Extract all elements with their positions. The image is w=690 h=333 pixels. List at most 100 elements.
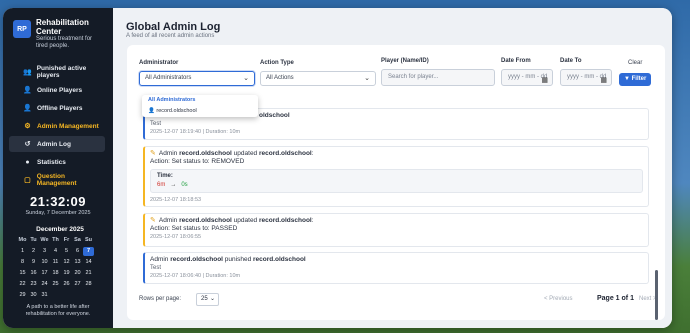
calendar-day[interactable]: 12 <box>61 258 72 267</box>
log-entry-action: Action: Set status to: REMOVED <box>150 158 245 165</box>
log-entry-meta: 2025-12-07 18:06:40 | Duration: 10m <box>150 273 241 279</box>
scrollbar-thumb[interactable] <box>655 270 658 320</box>
log-entry-meta: 2025-12-07 18:19:40 | Duration: 10m <box>150 129 241 135</box>
dropdown-option[interactable]: 👤 record.oldschool <box>142 106 258 117</box>
calendar-day[interactable]: 8 <box>17 258 28 267</box>
rows-per-page-value: 25 <box>201 296 208 302</box>
calendar-weekday: We <box>40 237 49 243</box>
calendar-day[interactable]: 11 <box>50 258 61 267</box>
calendar-day[interactable]: 24 <box>39 280 50 289</box>
calendar-day[interactable]: 27 <box>72 280 83 289</box>
log-entry: Admin record.oldschool punished record.o… <box>143 252 649 284</box>
sidebar-item-statistics[interactable]: ● Statistics <box>9 154 105 170</box>
calendar-day[interactable]: 17 <box>39 269 50 278</box>
calendar-day[interactable]: 2 <box>28 247 39 256</box>
calendar-day[interactable]: 29 <box>17 291 28 300</box>
calendar-day[interactable]: 1 <box>17 247 28 256</box>
log-entry-reason: Test <box>150 265 162 271</box>
pencil-icon: ✎ <box>150 217 156 224</box>
player-search-input[interactable]: Search for player... <box>381 69 495 86</box>
calendar-title: December 2025 <box>36 226 84 233</box>
calendar-day[interactable]: 4 <box>50 247 61 256</box>
calendar-day[interactable]: 19 <box>61 269 72 278</box>
date-from-label: Date From <box>501 58 531 64</box>
calendar-day[interactable]: 20 <box>72 269 83 278</box>
calendar-day[interactable]: 18 <box>50 269 61 278</box>
next-button[interactable]: Next > <box>639 296 657 302</box>
calendar-day[interactable]: 22 <box>17 280 28 289</box>
calendar-day[interactable]: 14 <box>83 258 94 267</box>
tagline: A path to a better life after rehabilita… <box>25 304 91 317</box>
log-entry-meta: 2025-12-07 18:18:53 <box>150 197 202 203</box>
calendar-day[interactable]: 3 <box>39 247 50 256</box>
sidebar-item-admin-log[interactable]: ↺ Admin Log <box>9 136 105 152</box>
calendar-weekday: Fr <box>63 237 70 243</box>
log-entry-action: Action: Set status to: PASSED <box>150 225 238 232</box>
calendar-day[interactable]: 30 <box>28 291 39 300</box>
calendar-day[interactable]: 25 <box>50 280 61 289</box>
calendar-weekday: Sa <box>74 237 81 243</box>
sidebar-item-admin-management[interactable]: ⚙ Admin Management <box>9 118 105 134</box>
clear-button[interactable]: Clear <box>628 60 642 66</box>
administrator-select[interactable]: All Administrators ⌄ <box>139 71 255 86</box>
history-icon: ↺ <box>24 141 31 148</box>
sidebar-item-label: Online Players <box>37 86 83 94</box>
rows-per-page-label: Rows per page: <box>139 296 182 302</box>
sidebar-item-label: Offline Players <box>37 104 83 112</box>
calendar-day[interactable]: 31 <box>39 291 50 300</box>
sidebar-item-question-management[interactable]: ▢ Question Management <box>9 172 105 188</box>
administrator-dropdown: All Administrators 👤 record.oldschool <box>142 95 258 117</box>
time-label: Time: <box>157 173 173 179</box>
calendar-weekday: Tu <box>30 237 37 243</box>
time-new: 0s <box>181 182 188 188</box>
brand-logo: RP <box>13 20 31 38</box>
date-from-input[interactable]: yyyy - mm - dd ▦ <box>501 69 553 86</box>
sidebar-item-offline-players[interactable]: 👤 Offline Players <box>9 100 105 116</box>
player-label: Player (Name/ID) <box>381 58 429 64</box>
log-entry-meta: 2025-12-07 18:06:55 <box>150 234 202 240</box>
folder-icon: ▢ <box>24 177 31 184</box>
log-entry: ✎ Admin record.oldschool updated record.o… <box>143 146 649 207</box>
calendar-day[interactable]: 21 <box>83 269 94 278</box>
previous-button[interactable]: < Previous <box>544 296 573 302</box>
app-window: RP Rehabilitation Center Serious treatme… <box>3 8 672 328</box>
dropdown-option[interactable]: All Administrators <box>142 95 258 106</box>
log-entry-summary: Admin record.oldschool punished record.o… <box>150 256 306 263</box>
filter-button[interactable]: ▼ Filter <box>619 73 652 86</box>
sidebar-item-label: Statistics <box>37 158 66 166</box>
calendar-day[interactable]: 7 <box>83 247 94 256</box>
date-to-input[interactable]: yyyy - mm - dd ▦ <box>560 69 612 86</box>
calendar-day[interactable]: 10 <box>39 258 50 267</box>
calendar-icon[interactable]: ▦ <box>541 73 548 88</box>
calendar-day[interactable]: 28 <box>83 280 94 289</box>
sidebar-item-punished-active-players[interactable]: 👥 Punished active players <box>9 64 105 80</box>
time-change: 6m → 0s <box>157 182 636 188</box>
calendar-day[interactable]: 23 <box>28 280 39 289</box>
calendar-day[interactable]: 26 <box>61 280 72 289</box>
chevron-down-icon: ⌄ <box>243 75 249 82</box>
calendar-icon[interactable]: ▦ <box>600 73 607 88</box>
log-entry-target: oldschool <box>259 112 290 119</box>
sidebar-item-label: Question Management <box>36 173 77 187</box>
calendar-day[interactable]: 6 <box>72 247 83 256</box>
calendar-day[interactable]: 16 <box>28 269 39 278</box>
date-to-label: Date To <box>560 58 582 64</box>
calendar-weekday: Su <box>84 237 93 243</box>
filter-button-label: Filter <box>631 76 647 82</box>
calendar-day[interactable]: 13 <box>72 258 83 267</box>
brand-subtitle: Serious treatment for tired people. <box>36 36 93 49</box>
clock: 21:32:09 Sunday, 7 December 2025 <box>3 194 113 216</box>
sidebar-item-label: Punished active players <box>36 65 87 79</box>
calendar-day[interactable]: 5 <box>61 247 72 256</box>
action-type-select-value: All Actions <box>266 75 294 81</box>
sidebar-item-online-players[interactable]: 👤 Online Players <box>9 82 105 98</box>
rows-per-page-select[interactable]: 25 ⌄ <box>196 293 219 306</box>
brand-title: Rehabilitation Center <box>36 18 89 36</box>
action-type-select[interactable]: All Actions ⌄ <box>260 71 376 86</box>
calendar-weekday: Th <box>52 237 59 243</box>
users-icon: 👥 <box>23 69 32 76</box>
sidebar-nav: 👥 Punished active players 👤 Online Playe… <box>3 64 113 188</box>
calendar-day[interactable]: 9 <box>28 258 39 267</box>
calendar-day[interactable]: 15 <box>17 269 28 278</box>
filter-icon: ▼ <box>624 76 630 82</box>
